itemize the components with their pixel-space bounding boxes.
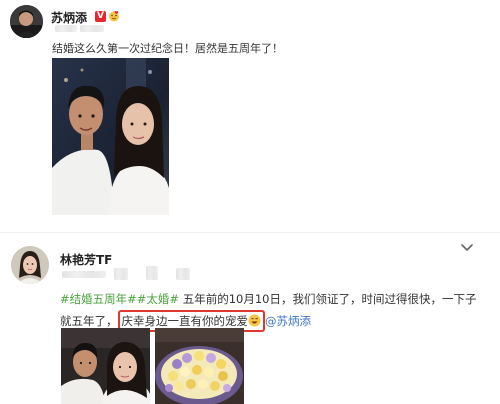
post-text-segment: 就五年了，: [60, 314, 118, 328]
hashtag-link[interactable]: #结婚五周年#: [60, 292, 137, 306]
post-text: 结婚这么久第一次过纪念日！居然是五周年了！: [52, 42, 283, 55]
chevron-down-icon[interactable]: [460, 243, 474, 253]
weibo-feed: 苏炳添 V 结婚这么久第一次过纪念日！居然是五周年了！ 林艳芳TF #结婚五周年…: [0, 0, 500, 404]
post-meta-redacted: [146, 266, 158, 280]
mention-link[interactable]: @苏炳添: [265, 314, 311, 328]
verified-icon: V: [95, 11, 106, 22]
post-divider: [0, 232, 500, 233]
hashtag-link[interactable]: #太婚#: [137, 292, 179, 306]
post-text-segment: 五年前的10月10日，我们领证了，时间过得很快，一下子: [179, 292, 477, 306]
post-meta-redacted: [80, 25, 104, 32]
grin-emoji-icon: [248, 314, 261, 327]
post-text-line: #结婚五周年##太婚# 五年前的10月10日，我们领证了，时间过得很快，一下子: [60, 288, 476, 310]
avatar[interactable]: [10, 5, 43, 38]
author-name[interactable]: 苏炳添: [51, 9, 87, 26]
flower-bouquet-photo[interactable]: [155, 328, 244, 404]
post-meta-redacted: [62, 271, 106, 278]
post-meta-redacted: [176, 268, 190, 280]
post-meta-redacted: [55, 25, 77, 32]
highlighted-text: 庆幸身边一直有你的宠爱: [121, 314, 249, 328]
couple-selfie-photo[interactable]: [52, 58, 169, 215]
couple-selfie-photo[interactable]: [61, 328, 150, 404]
avatar[interactable]: [11, 246, 49, 284]
post-su-bingtian: 苏炳添 V 结婚这么久第一次过纪念日！居然是五周年了！: [0, 0, 500, 232]
post-meta-redacted: [114, 268, 128, 280]
author-name[interactable]: 林艳芳TF: [60, 251, 112, 268]
heart-face-icon: [109, 10, 119, 22]
